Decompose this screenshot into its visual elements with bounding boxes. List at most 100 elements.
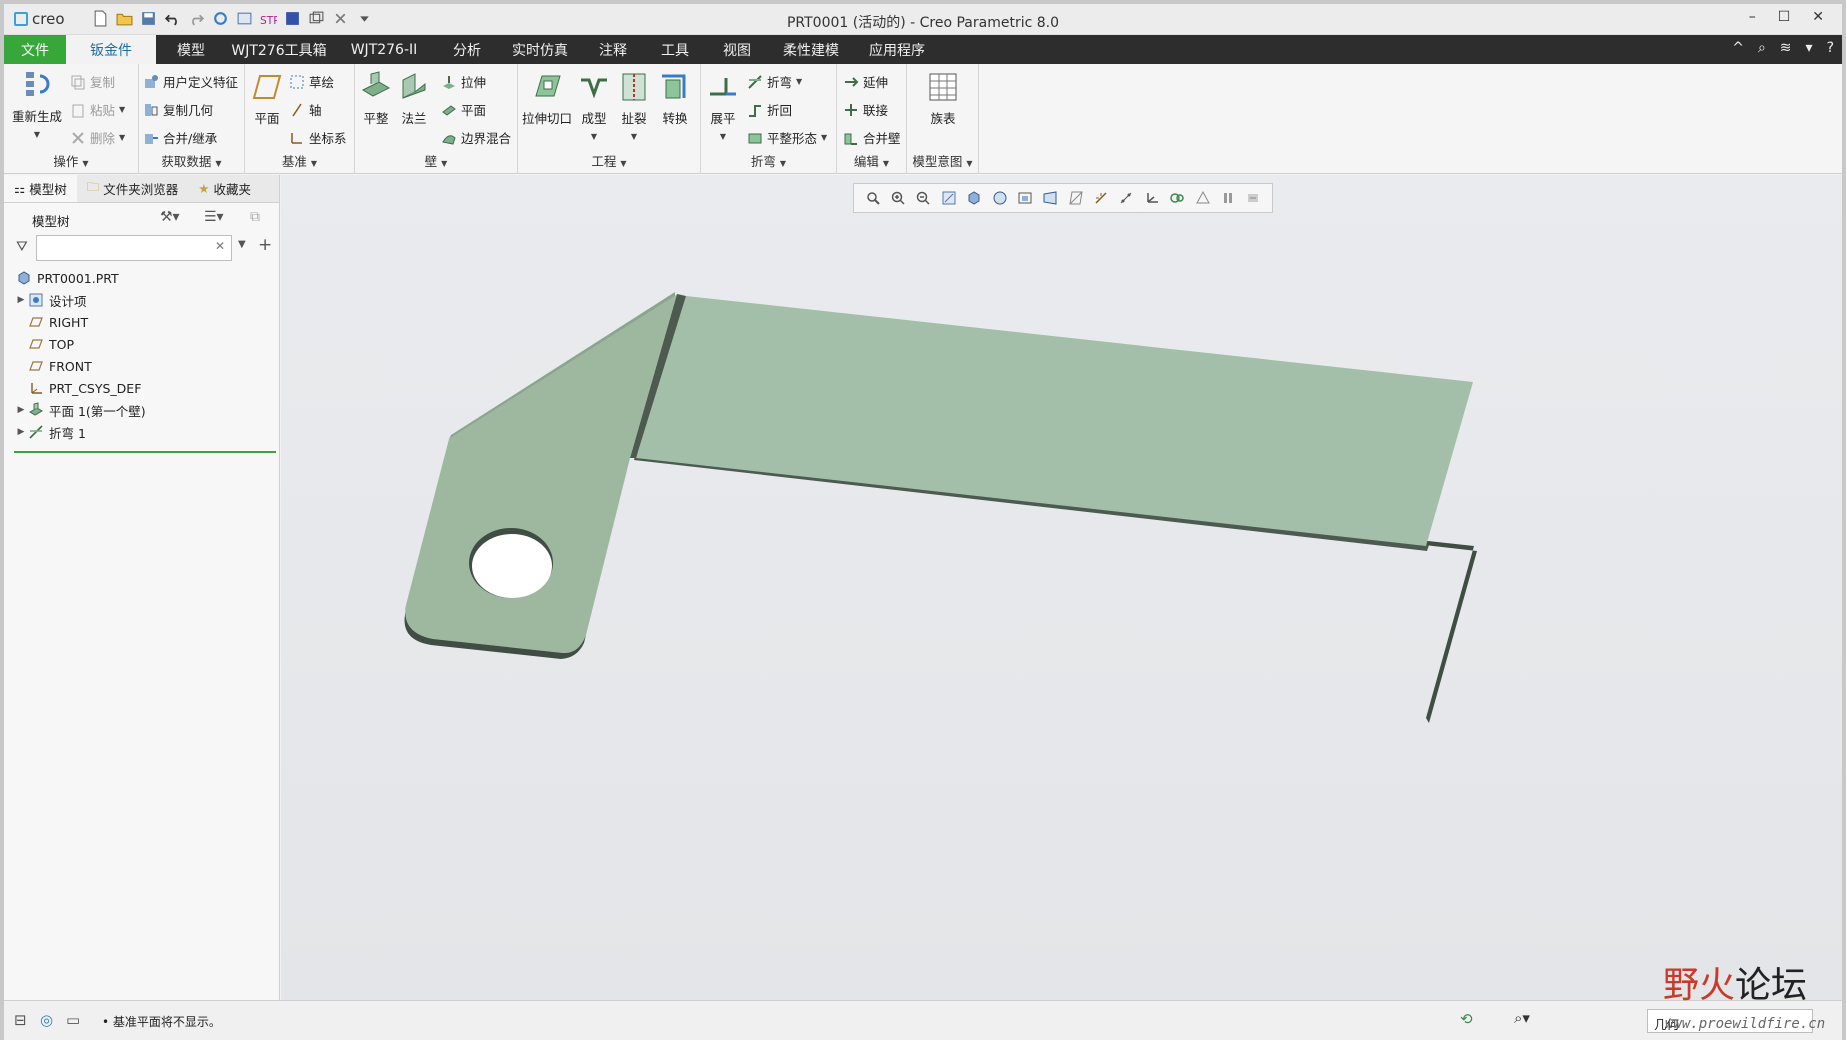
find-icon[interactable]: ⌕▾ xyxy=(1514,1009,1530,1027)
tree-node[interactable]: ▶ 设计项 xyxy=(14,289,276,311)
tab-wjt276-ii[interactable]: WJT276-II xyxy=(332,35,436,64)
form-button[interactable]: 成型 ▼ xyxy=(576,70,612,142)
toggle-navigator-icon[interactable]: ⊟ xyxy=(14,1011,27,1029)
add-filter-icon[interactable]: + xyxy=(258,235,272,255)
copy-button[interactable]: 复制 xyxy=(70,72,115,91)
axis-button[interactable]: 轴 xyxy=(289,100,322,119)
delete-button[interactable]: 删除 ▼ xyxy=(70,128,125,147)
merge-inherit-icon xyxy=(143,130,159,146)
watermark-text-rest: 论坛 xyxy=(1735,965,1808,1006)
join-button[interactable]: 联接 xyxy=(843,100,888,119)
collapse-ribbon-icon[interactable]: ^ xyxy=(1732,40,1744,56)
copy-geometry-button[interactable]: 复制几何 xyxy=(143,100,213,119)
tree-node[interactable]: PRT0001.PRT xyxy=(14,267,276,289)
group-label-edit[interactable]: 编辑 ▼ xyxy=(837,151,906,170)
tree-node[interactable]: PRT_CSYS_DEF xyxy=(14,377,276,399)
tree-node[interactable]: FRONT xyxy=(14,355,276,377)
maximize-button[interactable]: ☐ xyxy=(1778,9,1791,25)
close-button[interactable]: ✕ xyxy=(1812,9,1824,25)
group-label-datum[interactable]: 基准 ▼ xyxy=(245,151,354,170)
unbend-button[interactable]: 展平 ▼ xyxy=(705,70,741,142)
boundary-blend-button[interactable]: 边界混合 xyxy=(441,128,511,147)
show-icon[interactable]: ☰▾ xyxy=(204,209,224,225)
tree-node-label: FRONT xyxy=(49,358,92,374)
graphics-window[interactable] xyxy=(281,175,1842,1000)
learning-icon[interactable]: ≋ xyxy=(1780,40,1792,56)
tree-search-input[interactable] xyxy=(36,235,232,261)
part-face-short-flange[interactable] xyxy=(405,294,677,654)
flat-wall-button[interactable]: 平整 xyxy=(357,70,395,127)
tab-analysis[interactable]: 分析 xyxy=(436,35,498,64)
tab-flexible-modeling[interactable]: 柔性建模 xyxy=(768,35,854,64)
bend-button[interactable]: 折弯 ▼ xyxy=(747,72,802,91)
extrude-wall-button[interactable]: 拉伸 xyxy=(441,72,486,91)
help-icon[interactable]: ? xyxy=(1827,40,1834,56)
search-options-icon[interactable]: ▼ xyxy=(238,239,246,250)
tab-tools[interactable]: 工具 xyxy=(644,35,706,64)
tab-sheetmetal[interactable]: 钣金件 xyxy=(66,35,156,64)
flat-state-button[interactable]: 平整形态 ▼ xyxy=(747,128,827,147)
family-table-button[interactable]: 族表 xyxy=(921,70,965,127)
merge-inherit-button[interactable]: 合并/继承 xyxy=(143,128,217,147)
tab-model-tree[interactable]: ⚏ 模型树 xyxy=(4,175,77,202)
tree-columns-icon[interactable]: ⧉ xyxy=(250,209,260,225)
fullscreen-icon[interactable]: ▭ xyxy=(66,1011,80,1029)
paste-button[interactable]: 粘贴 ▼ xyxy=(70,100,125,119)
dropdown-icon[interactable]: ▾ xyxy=(1806,40,1813,56)
expand-arrow-icon[interactable]: ▶ xyxy=(14,295,28,305)
tab-favorites[interactable]: ★ 收藏夹 xyxy=(188,175,261,202)
rip-button[interactable]: 扯裂 ▼ xyxy=(616,70,652,142)
group-label-model-intent[interactable]: 模型意图 ▼ xyxy=(907,151,978,170)
clear-search-icon[interactable]: ✕ xyxy=(215,239,225,253)
settings-icon[interactable]: ⚒▾ xyxy=(160,209,180,225)
expand-arrow-icon[interactable]: ▶ xyxy=(14,427,28,437)
sheetmetal-part-model[interactable] xyxy=(281,175,1842,1000)
part-icon xyxy=(16,270,32,286)
browser-icon[interactable]: ◎ xyxy=(40,1011,53,1029)
tree-header: 模型树 ⚒▾ ☰▾ ⧉ xyxy=(4,205,280,233)
group-label-get-data[interactable]: 获取数据 ▼ xyxy=(139,151,244,170)
model-tree: PRT0001.PRT ▶ 设计项 RIGHT TOP FRONT PRT_CSYS_DEF… xyxy=(14,267,276,443)
group-label-engineering[interactable]: 工程 ▼ xyxy=(518,151,700,170)
tab-wjt276-toolbox[interactable]: WJT276工具箱 xyxy=(226,35,332,64)
tree-node[interactable]: ▶ 平面 1(第一个壁) xyxy=(14,399,276,421)
planar-wall-button[interactable]: 平面 xyxy=(441,100,486,119)
insert-indicator[interactable] xyxy=(14,451,276,453)
part-face-long-flange[interactable] xyxy=(636,296,1473,546)
minimize-button[interactable]: – xyxy=(1749,9,1756,25)
title-bar: creo STP PRT0001 (活动的) - Creo Parametric… xyxy=(4,4,1842,35)
group-label-operations[interactable]: 操作 ▼ xyxy=(4,151,138,170)
search-icon[interactable]: ⌕ xyxy=(1758,40,1766,56)
tab-file[interactable]: 文件 xyxy=(4,35,66,64)
tab-annotate[interactable]: 注释 xyxy=(582,35,644,64)
tab-model[interactable]: 模型 xyxy=(156,35,226,64)
tab-live-simulation[interactable]: 实时仿真 xyxy=(498,35,582,64)
flange-button[interactable]: 法兰 xyxy=(395,70,433,127)
datum-plane-button[interactable]: 平面 xyxy=(249,70,285,127)
tab-folder-browser[interactable]: 🗀 文件夹浏览器 xyxy=(77,175,189,202)
extend-button[interactable]: 延伸 xyxy=(843,72,888,91)
tree-node[interactable]: RIGHT xyxy=(14,311,276,333)
group-label-wall[interactable]: 壁 ▼ xyxy=(355,151,517,170)
group-label-bend[interactable]: 折弯 ▼ xyxy=(701,151,836,170)
bend-back-button[interactable]: 折回 xyxy=(747,100,792,119)
expand-arrow-icon[interactable]: ▶ xyxy=(14,405,28,415)
tab-view[interactable]: 视图 xyxy=(706,35,768,64)
udf-button[interactable]: 用户定义特征 xyxy=(143,72,238,91)
tree-node-label: 平面 1(第一个壁) xyxy=(49,403,146,419)
regen-status-icon[interactable]: ⟲ xyxy=(1460,1010,1473,1028)
convert-button[interactable]: 转换 xyxy=(656,70,694,127)
tree-node[interactable]: TOP xyxy=(14,333,276,355)
merge-wall-button[interactable]: 合并壁 xyxy=(843,128,901,147)
tab-applications[interactable]: 应用程序 xyxy=(854,35,940,64)
extrude-cut-button[interactable]: 拉伸切口 xyxy=(522,70,572,127)
csys-button[interactable]: 坐标系 xyxy=(289,128,347,147)
regenerate-button[interactable]: 重新生成 ▼ xyxy=(10,68,64,140)
sketch-button[interactable]: 草绘 xyxy=(289,72,334,91)
filter-icon[interactable]: ⛛ xyxy=(16,239,28,255)
tree-node-label: RIGHT xyxy=(49,314,89,330)
group-model-intent: 族表 模型意图 ▼ xyxy=(907,64,979,174)
regen-caret-icon[interactable]: ▼ xyxy=(34,130,40,139)
part-hole-opening[interactable] xyxy=(472,534,552,598)
tree-node[interactable]: ▶ 折弯 1 xyxy=(14,421,276,443)
